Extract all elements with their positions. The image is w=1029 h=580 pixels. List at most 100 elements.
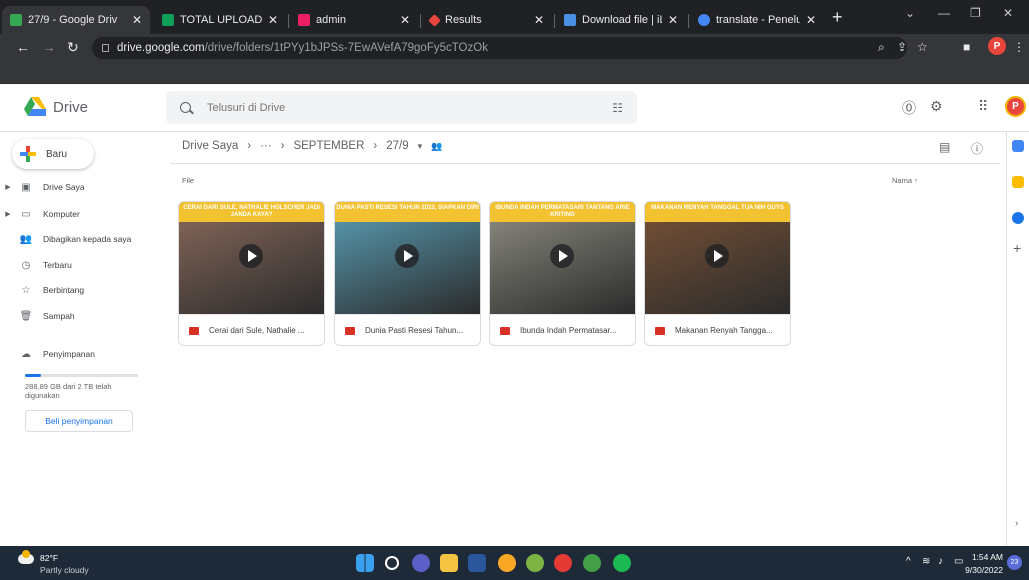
thumbnail-banner: CERAI DARI SULE, NATHALIE HOLSCHER JADI … bbox=[179, 202, 324, 222]
close-tab-icon[interactable]: ✕ bbox=[400, 13, 410, 27]
volume-icon[interactable]: ♪ bbox=[938, 556, 943, 567]
chrome-icon[interactable] bbox=[498, 554, 516, 572]
tab-separator bbox=[420, 14, 421, 28]
play-icon[interactable] bbox=[395, 244, 419, 268]
restore-icon[interactable]: ❐ bbox=[970, 6, 981, 20]
window-close-icon[interactable]: ✕ bbox=[1003, 6, 1013, 20]
plus-icon bbox=[20, 146, 36, 162]
play-icon[interactable] bbox=[550, 244, 574, 268]
weather-icon[interactable] bbox=[18, 550, 34, 564]
search-input[interactable] bbox=[207, 101, 587, 114]
teams-chat-icon[interactable] bbox=[412, 554, 430, 572]
weather-description[interactable]: Partly cloudy bbox=[40, 565, 89, 575]
close-tab-icon[interactable]: ✕ bbox=[534, 13, 544, 27]
file-explorer-icon[interactable] bbox=[440, 554, 458, 572]
chrome-profile-2-icon[interactable] bbox=[554, 554, 572, 572]
sidebar-item-drive-saya[interactable]: ▶ ▣ Drive Saya bbox=[0, 178, 165, 196]
sidebar-item-berbintang[interactable]: ☆ Berbintang bbox=[0, 281, 165, 299]
file-card[interactable]: IBUNDA INDAH PERMATASARI TANTANG ARIE KR… bbox=[489, 201, 636, 346]
video-thumbnail[interactable]: IBUNDA INDAH PERMATASARI TANTANG ARIE KR… bbox=[490, 202, 635, 314]
windows-start-icon[interactable] bbox=[356, 554, 374, 572]
file-card[interactable]: DUNIA PASTI RESESI TAHUN 2023, SIAPKAN D… bbox=[334, 201, 481, 346]
clock-date[interactable]: 9/30/2022 bbox=[956, 565, 1003, 575]
settings-gear-icon[interactable]: ⚙ bbox=[930, 98, 943, 115]
close-tab-icon[interactable]: ✕ bbox=[806, 13, 816, 27]
sidebar-item-penyimpanan[interactable]: ☁ Penyimpanan bbox=[0, 345, 165, 363]
keep-icon[interactable] bbox=[1012, 176, 1024, 188]
back-icon[interactable]: ← bbox=[16, 39, 30, 55]
sidebar-item-komputer[interactable]: ▶ ▭ Komputer bbox=[0, 205, 165, 223]
expand-caret-icon[interactable]: ▶ bbox=[3, 183, 13, 191]
tab-title: Results bbox=[445, 14, 482, 26]
calendar-icon[interactable] bbox=[1012, 140, 1024, 152]
breadcrumb-september[interactable]: SEPTEMBER bbox=[293, 140, 364, 152]
video-thumbnail[interactable]: CERAI DARI SULE, NATHALIE HOLSCHER JADI … bbox=[179, 202, 324, 314]
address-bar[interactable]: drive.google.com/drive/folders/1tPYy1bJP… bbox=[92, 37, 907, 59]
search-options-icon[interactable]: ☷ bbox=[612, 101, 623, 115]
search-box[interactable]: ☷ bbox=[166, 91, 637, 124]
buy-storage-button[interactable]: Beli penyimpanan bbox=[25, 410, 133, 432]
expand-caret-icon[interactable]: ▶ bbox=[3, 210, 13, 218]
tab-search-chevron-icon[interactable]: ⌄ bbox=[905, 6, 915, 20]
play-icon[interactable] bbox=[239, 244, 263, 268]
reload-icon[interactable]: ↻ bbox=[67, 39, 79, 56]
close-tab-icon[interactable]: ✕ bbox=[268, 13, 278, 27]
help-icon[interactable]: ⓪ bbox=[902, 98, 916, 118]
tab-title: 27/9 - Google Driv bbox=[28, 14, 118, 26]
sidebar-item-sampah[interactable]: 🗑 Sampah bbox=[0, 307, 165, 325]
share-icon[interactable]: ⇪ bbox=[897, 40, 907, 54]
tab-admin[interactable]: admin ✕ bbox=[290, 6, 418, 34]
taskbar-search-icon[interactable] bbox=[385, 556, 399, 570]
side-panel-icon[interactable]: ■ bbox=[963, 40, 970, 54]
sidebar-item-dibagikan[interactable]: 👥 Dibagikan kepada saya bbox=[0, 230, 165, 248]
expand-panel-chevron-icon[interactable]: › bbox=[1015, 518, 1018, 529]
notification-badge[interactable]: 23 bbox=[1007, 555, 1022, 570]
video-thumbnail[interactable]: MAKANAN RENYAH TANGGAL TUA NIH GUYS bbox=[645, 202, 790, 314]
wifi-icon[interactable]: ≋ bbox=[922, 556, 930, 567]
drive-logo-icon[interactable] bbox=[24, 97, 46, 117]
sort-by-name[interactable]: Nama ↑ bbox=[892, 176, 918, 185]
tab-separator bbox=[288, 14, 289, 28]
bookmark-star-icon[interactable]: ☆ bbox=[917, 40, 928, 54]
tasks-icon[interactable] bbox=[1012, 212, 1024, 224]
weather-temperature[interactable]: 82°F bbox=[40, 553, 58, 563]
minimize-icon[interactable]: — bbox=[938, 6, 950, 20]
breadcrumb: Drive Saya › ··· › SEPTEMBER › 27/9 ▾ 👥 bbox=[182, 140, 451, 152]
search-icon[interactable] bbox=[180, 102, 191, 113]
tab-google-drive[interactable]: 27/9 - Google Driv ✕ bbox=[2, 6, 150, 34]
play-icon[interactable] bbox=[705, 244, 729, 268]
info-icon[interactable]: ⓘ bbox=[971, 140, 983, 157]
tray-chevron-up-icon[interactable]: ^ bbox=[906, 556, 911, 567]
spotify-icon[interactable] bbox=[613, 554, 631, 572]
breadcrumb-current-folder[interactable]: 27/9 bbox=[386, 140, 408, 152]
chevron-down-icon[interactable]: ▾ bbox=[418, 141, 423, 152]
sidebar-item-terbaru[interactable]: ◷ Terbaru bbox=[0, 256, 165, 274]
list-view-icon[interactable]: ▤ bbox=[939, 140, 950, 154]
menu-dots-icon[interactable]: ⋮ bbox=[1013, 40, 1025, 54]
browser-profile-avatar[interactable]: P bbox=[988, 37, 1006, 55]
clock-time[interactable]: 1:54 AM bbox=[969, 552, 1003, 562]
whatsapp-icon[interactable] bbox=[583, 554, 601, 572]
tab-download-file[interactable]: Download file | iLo ✕ bbox=[556, 6, 686, 34]
tab-results[interactable]: Results ✕ bbox=[422, 6, 552, 34]
forward-icon[interactable]: → bbox=[42, 39, 56, 55]
close-tab-icon[interactable]: ✕ bbox=[668, 13, 678, 27]
drive-brand[interactable]: Drive bbox=[53, 99, 88, 116]
chrome-profile-icon[interactable] bbox=[526, 554, 544, 572]
add-addon-icon[interactable]: + bbox=[1013, 240, 1021, 256]
breadcrumb-more[interactable]: ··· bbox=[260, 140, 272, 152]
tab-total-upload[interactable]: TOTAL UPLOAD KO ✕ bbox=[154, 6, 286, 34]
word-icon[interactable] bbox=[468, 554, 486, 572]
new-tab-icon[interactable]: + bbox=[832, 8, 843, 26]
apps-grid-icon[interactable]: ⠿ bbox=[978, 98, 988, 115]
new-button[interactable]: Baru bbox=[12, 139, 94, 169]
file-card-footer: Ibunda Indah Permatasar... bbox=[490, 314, 635, 345]
zoom-search-icon[interactable]: ⌕ bbox=[878, 40, 885, 55]
file-card[interactable]: MAKANAN RENYAH TANGGAL TUA NIH GUYS Makan… bbox=[644, 201, 791, 346]
account-avatar[interactable]: P bbox=[1005, 96, 1026, 117]
close-tab-icon[interactable]: ✕ bbox=[132, 13, 142, 27]
breadcrumb-drive-saya[interactable]: Drive Saya bbox=[182, 140, 238, 152]
file-card[interactable]: CERAI DARI SULE, NATHALIE HOLSCHER JADI … bbox=[178, 201, 325, 346]
tab-translate[interactable]: translate - Penelus ✕ bbox=[690, 6, 824, 34]
video-thumbnail[interactable]: DUNIA PASTI RESESI TAHUN 2023, SIAPKAN D… bbox=[335, 202, 480, 314]
